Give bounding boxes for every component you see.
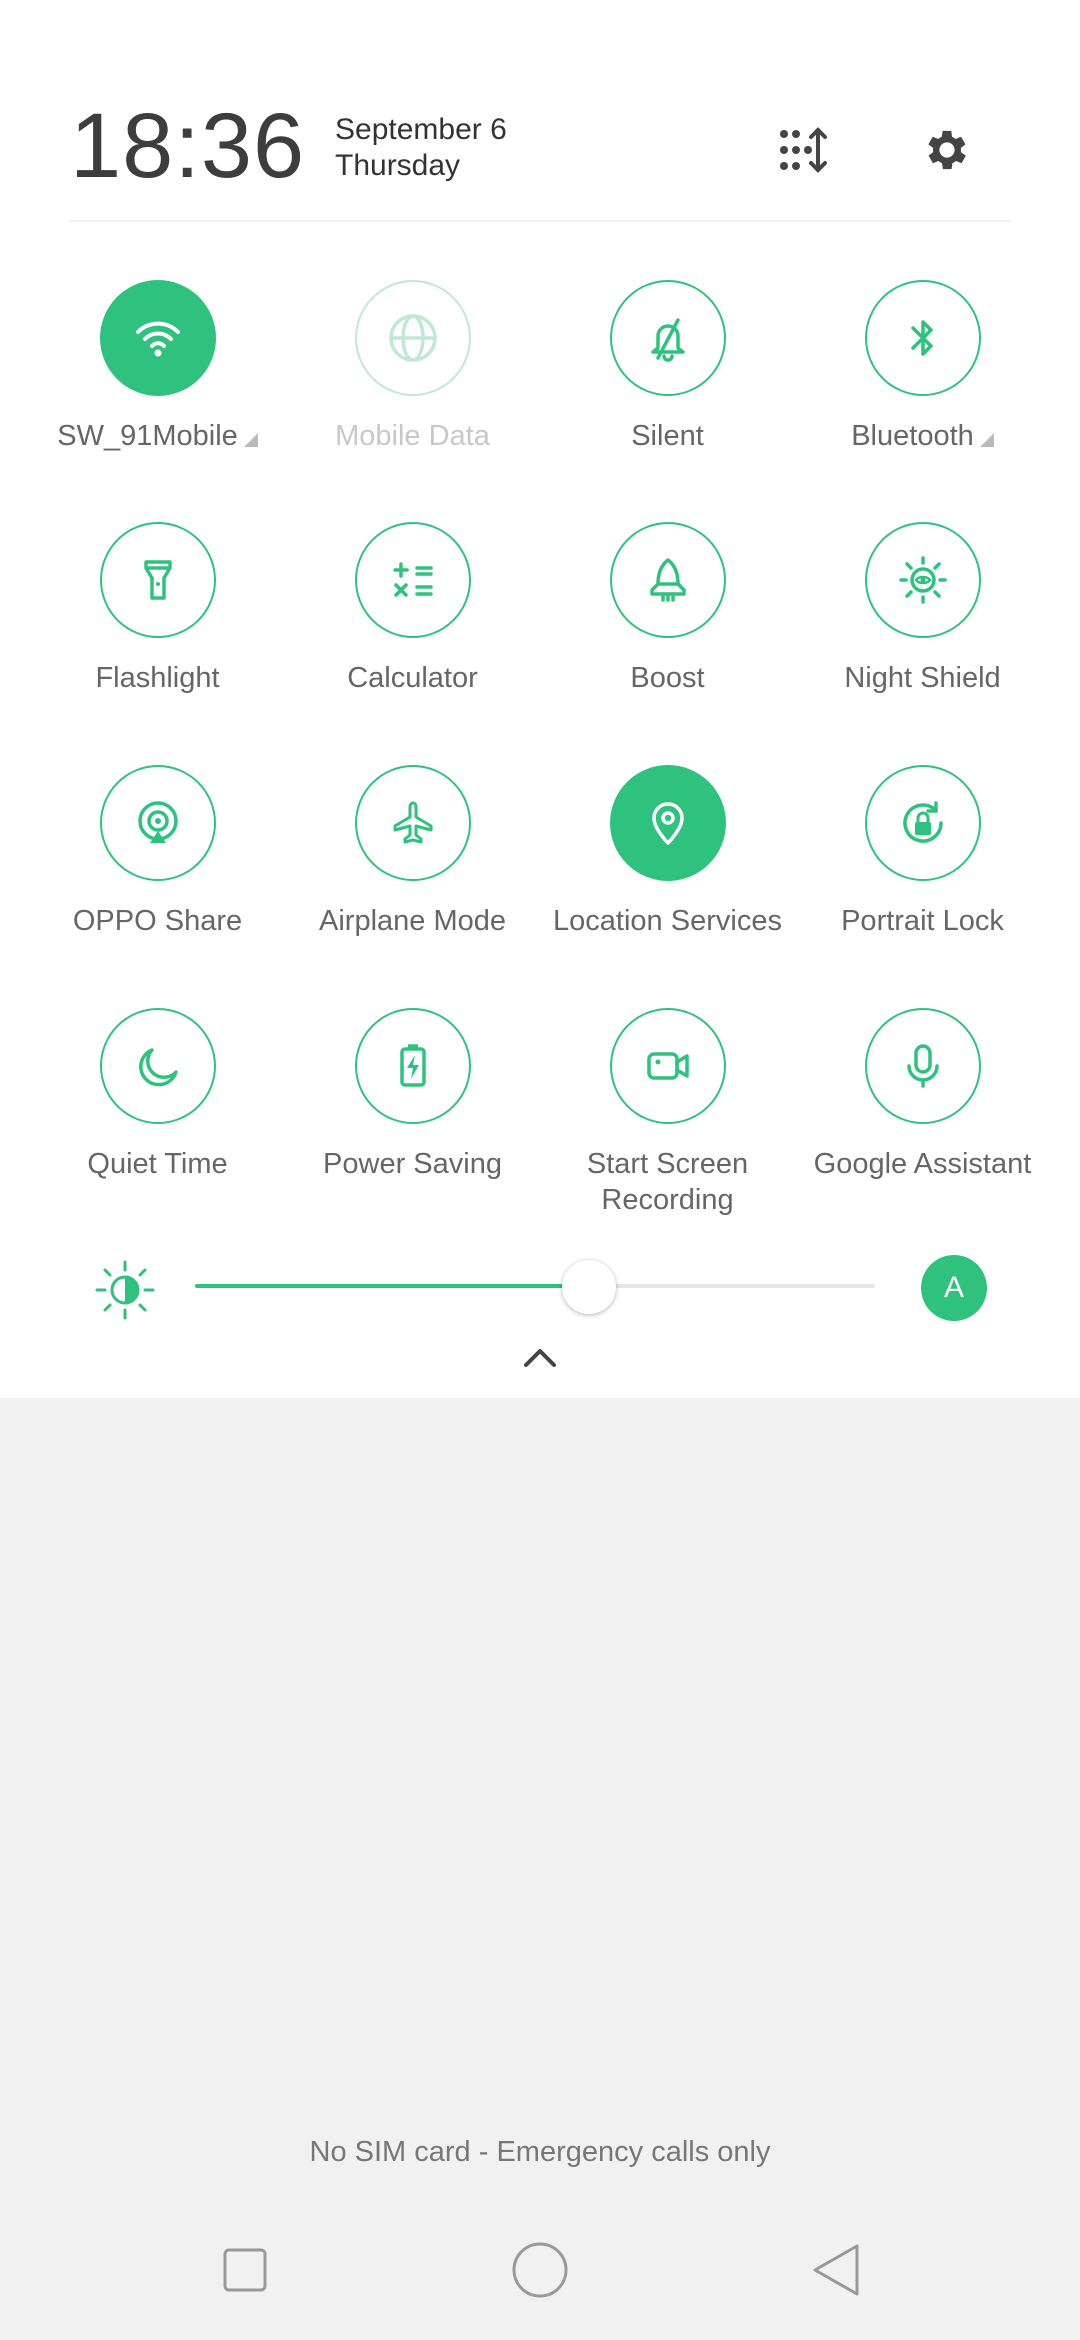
video-camera-icon xyxy=(646,1052,689,1080)
tile-power-saving[interactable]: Power Saving xyxy=(285,1008,540,1182)
tile-portrait-lock[interactable]: Portrait Lock xyxy=(795,765,1050,939)
microphone-icon xyxy=(906,1044,939,1088)
tile-night-shield-toggle[interactable] xyxy=(864,522,981,638)
rotation-lock-icon xyxy=(902,801,943,843)
eye-icon xyxy=(898,556,947,604)
tile-oppo-share-label: OPPO Share xyxy=(72,905,243,937)
home-button[interactable] xyxy=(500,2230,580,2310)
tile-google-assistant[interactable]: Google Assistant xyxy=(795,1008,1050,1182)
location-pin-icon xyxy=(651,802,684,845)
collapse-panel-button[interactable] xyxy=(516,1340,564,1374)
expand-indicator-icon xyxy=(243,433,258,447)
recents-button[interactable] xyxy=(205,2230,285,2310)
tile-wifi-toggle[interactable] xyxy=(99,280,216,396)
tile-mobile-data[interactable]: Mobile Data xyxy=(285,280,540,454)
tile-portrait-lock-label: Portrait Lock xyxy=(841,905,1004,937)
airplane-icon xyxy=(393,801,432,844)
tile-airplane-mode[interactable]: Airplane Mode xyxy=(285,765,540,939)
tile-mobile-data-toggle[interactable] xyxy=(354,280,471,396)
brightness-slider-thumb[interactable] xyxy=(562,1260,617,1314)
date-block[interactable]: September 6 Thursday xyxy=(335,112,507,184)
tile-flashlight-toggle[interactable] xyxy=(99,522,216,638)
auto-brightness-button[interactable]: A xyxy=(921,1255,987,1321)
calculator-icon xyxy=(392,562,433,597)
edit-tiles-button[interactable] xyxy=(770,118,834,182)
triangle-back-icon xyxy=(813,2244,859,2296)
tile-flashlight[interactable]: Flashlight xyxy=(30,522,285,696)
tile-boost[interactable]: Boost xyxy=(540,522,795,696)
tile-mobile-data-label: Mobile Data xyxy=(335,420,490,452)
tile-quiet-time[interactable]: Quiet Time xyxy=(30,1008,285,1182)
tile-silent[interactable]: Silent xyxy=(540,280,795,454)
rocket-icon xyxy=(649,558,686,602)
expand-indicator-icon xyxy=(979,433,994,447)
brightness-slider-fill xyxy=(195,1284,590,1288)
tile-location-services-label: Location Services xyxy=(553,905,782,937)
battery-bolt-icon xyxy=(399,1044,426,1087)
brightness-row: A xyxy=(0,1240,1080,1330)
tile-quiet-time-toggle[interactable] xyxy=(99,1008,216,1124)
brightness-slider[interactable] xyxy=(195,1284,875,1288)
tile-portrait-lock-toggle[interactable] xyxy=(864,765,981,881)
tile-calculator-toggle[interactable] xyxy=(354,522,471,638)
bluetooth-icon xyxy=(910,320,933,356)
grid-sort-icon xyxy=(780,127,827,173)
tile-google-assistant-label: Google Assistant xyxy=(813,1148,1032,1180)
globe-icon xyxy=(388,314,437,362)
square-icon xyxy=(223,2248,267,2292)
tile-location-services[interactable]: Location Services xyxy=(540,765,795,939)
tile-oppo-share-toggle[interactable] xyxy=(99,765,216,881)
tile-quiet-time-label: Quiet Time xyxy=(87,1148,228,1180)
clock-time[interactable]: 18:36 xyxy=(70,100,305,192)
weekday-text: Thursday xyxy=(335,149,461,182)
tile-flashlight-label: Flashlight xyxy=(95,662,220,694)
chevron-up-icon xyxy=(524,1349,556,1367)
tile-calculator[interactable]: Calculator xyxy=(285,522,540,696)
tile-bluetooth-toggle[interactable] xyxy=(864,280,981,396)
sim-status-text: No SIM card - Emergency calls only xyxy=(309,2136,771,2168)
tile-bluetooth-label: Bluetooth xyxy=(851,418,994,454)
flashlight-icon xyxy=(143,560,172,600)
panel-header: 18:36 September 6 Thursday xyxy=(0,0,1080,222)
date-text: September 6 xyxy=(335,113,507,146)
tile-power-saving-label: Power Saving xyxy=(323,1148,502,1180)
tile-screen-recording[interactable]: Start Screen Recording xyxy=(540,1008,795,1218)
back-button[interactable] xyxy=(795,2230,875,2310)
tile-bluetooth[interactable]: Bluetooth xyxy=(795,280,1050,454)
tile-night-shield[interactable]: Night Shield xyxy=(795,522,1050,696)
tile-screen-recording-label: Start Screen Recording xyxy=(586,1148,749,1216)
tile-google-assistant-toggle[interactable] xyxy=(864,1008,981,1124)
tile-night-shield-label: Night Shield xyxy=(844,662,1001,694)
gear-icon xyxy=(928,130,966,170)
tile-screen-recording-toggle[interactable] xyxy=(609,1008,726,1124)
settings-button[interactable] xyxy=(915,118,979,182)
tile-power-saving-toggle[interactable] xyxy=(354,1008,471,1124)
tile-silent-label: Silent xyxy=(631,420,704,452)
wifi-icon xyxy=(135,321,180,357)
circle-icon xyxy=(512,2242,568,2298)
share-icon xyxy=(137,801,178,843)
quick-settings-panel: 18:36 September 6 Thursday SW_91Mobile M… xyxy=(0,0,1080,1398)
tile-airplane-mode-toggle[interactable] xyxy=(354,765,471,881)
tile-boost-label: Boost xyxy=(630,662,705,694)
tile-calculator-label: Calculator xyxy=(347,662,478,694)
moon-icon xyxy=(138,1048,178,1087)
header-divider xyxy=(70,220,1010,222)
tile-boost-toggle[interactable] xyxy=(609,522,726,638)
tile-location-services-toggle[interactable] xyxy=(609,765,726,881)
tile-oppo-share[interactable]: OPPO Share xyxy=(30,765,285,939)
bell-off-icon xyxy=(650,318,685,362)
tile-wifi[interactable]: SW_91Mobile xyxy=(30,280,285,454)
tile-wifi-label: SW_91Mobile xyxy=(57,418,258,454)
tile-silent-toggle[interactable] xyxy=(609,280,726,396)
brightness-icon xyxy=(95,1260,155,1320)
tile-airplane-mode-label: Airplane Mode xyxy=(319,905,506,937)
